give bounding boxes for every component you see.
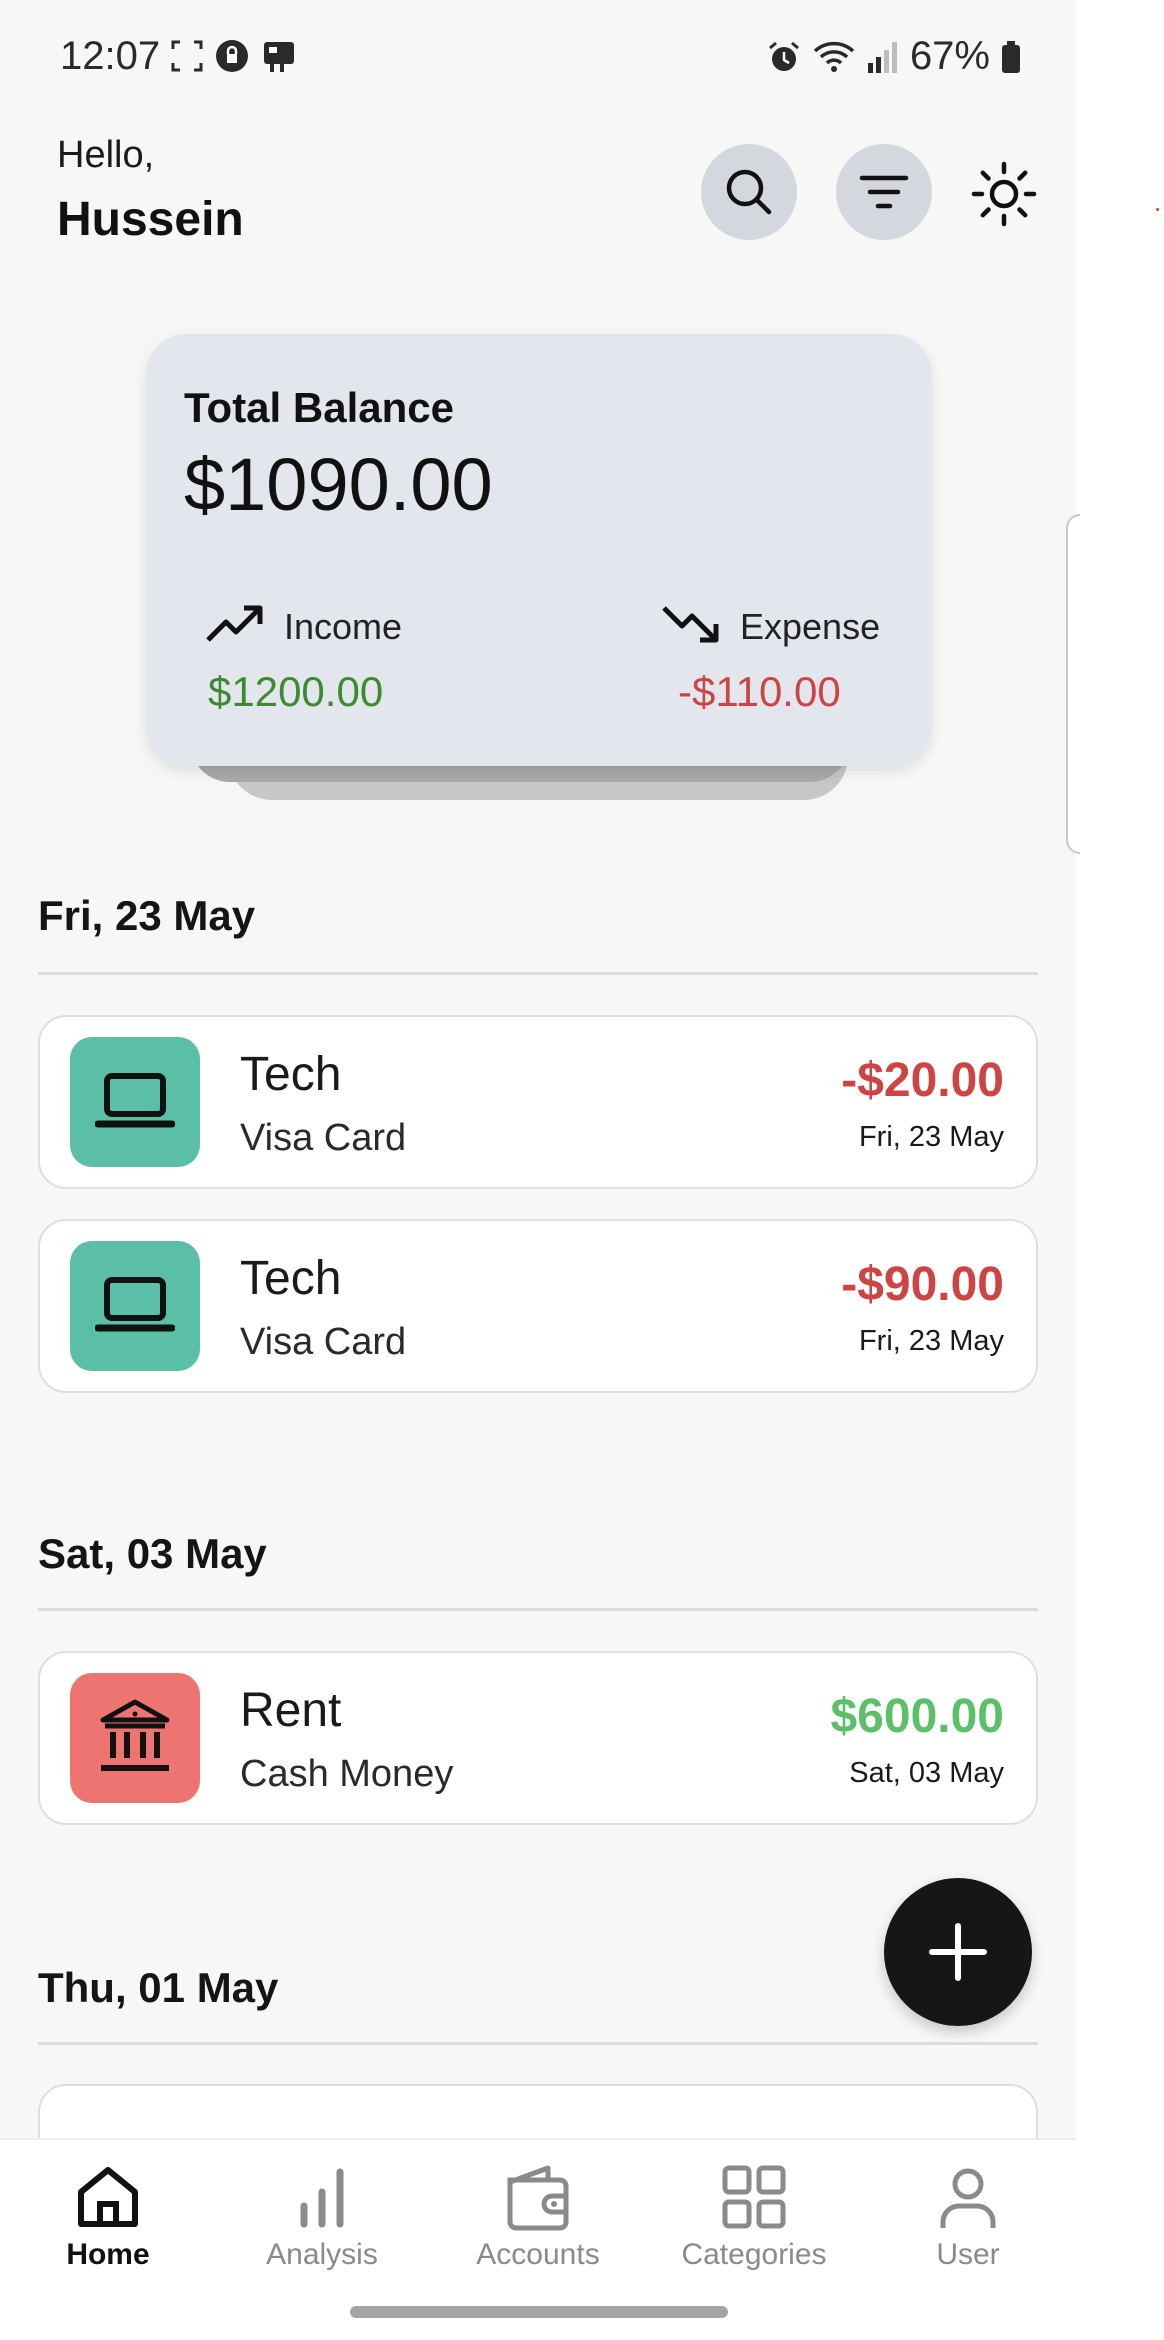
date-header: Fri, 23 May (38, 892, 256, 939)
transaction-account: Cash Money (240, 1753, 454, 1795)
status-right-icons: 67% (766, 34, 1022, 79)
signal-icon (867, 41, 897, 73)
transaction-title: Tech (240, 1048, 342, 1101)
indicator-dot (1156, 208, 1159, 211)
status-bar: 12:07 67% (0, 30, 1076, 82)
date-header: Sat, 03 May (38, 1530, 267, 1577)
battery-percent: 67% (909, 34, 990, 78)
transaction-card[interactable]: Tech Visa Card -$20.00 Fri, 23 May (38, 1015, 1038, 1189)
bank-icon (100, 1699, 170, 1771)
nav-home[interactable]: Home (8, 2162, 208, 2282)
transaction-title: Rent (240, 1684, 342, 1737)
transaction-amount: -$90.00 (841, 1258, 1004, 1311)
category-icon-tile (70, 1037, 200, 1167)
filter-icon (859, 175, 909, 209)
user-icon (940, 2168, 996, 2228)
section-divider (38, 972, 1038, 975)
income-label: Income (284, 606, 403, 647)
nav-analysis[interactable]: Analysis (222, 2162, 422, 2282)
wallet-icon (507, 2165, 569, 2231)
nav-home-label: Home (66, 2238, 150, 2271)
transaction-account: Visa Card (240, 1321, 407, 1363)
theme-toggle-button[interactable] (964, 154, 1044, 234)
alarm-icon (768, 41, 799, 71)
bar-chart-icon (300, 2168, 344, 2228)
nav-accounts-label: Accounts (476, 2238, 600, 2271)
transaction-amount: -$20.00 (841, 1054, 1004, 1107)
nav-user[interactable]: User (868, 2162, 1068, 2282)
status-left-icons (170, 38, 298, 74)
transaction-title: Tech (240, 1252, 342, 1305)
app-screen: 12:07 67% Hello, Hussein Total Balance $… (0, 0, 1076, 2340)
search-icon (726, 169, 772, 215)
nav-categories-label: Categories (681, 2238, 827, 2271)
expense-amount: -$110.00 (678, 668, 841, 715)
edge-panel-handle[interactable] (1066, 514, 1080, 854)
screenshot-icon (171, 40, 203, 72)
total-balance-amount: $1090.00 (184, 443, 493, 526)
vpn-shield-icon (216, 40, 248, 72)
transaction-account: Visa Card (240, 1117, 407, 1159)
date-header: Thu, 01 May (38, 1964, 279, 2011)
transaction-date: Sat, 03 May (849, 1757, 1004, 1789)
section-divider (38, 2042, 1038, 2045)
category-icon-tile (70, 1673, 200, 1803)
category-icon-tile (70, 1241, 200, 1371)
sun-icon (971, 161, 1037, 227)
balance-card[interactable]: Total Balance $1090.00 Income $1200.00 E… (146, 334, 932, 766)
status-time: 12:07 (60, 34, 161, 78)
laptop-icon (95, 1073, 175, 1128)
section-divider (38, 1608, 1038, 1611)
plus-icon (929, 1923, 987, 1981)
username: Hussein (57, 193, 244, 246)
home-indicator[interactable] (350, 2306, 728, 2318)
grid-icon (722, 2165, 786, 2229)
transaction-card[interactable]: Rent Cash Money $600.00 Sat, 03 May (38, 1651, 1038, 1825)
trending-up-icon (206, 605, 263, 642)
battery-icon (1002, 40, 1020, 73)
transaction-card[interactable]: Tech Visa Card -$90.00 Fri, 23 May (38, 1219, 1038, 1393)
laptop-icon (95, 1277, 175, 1332)
transaction-date: Fri, 23 May (858, 1121, 1004, 1153)
search-button[interactable] (701, 144, 797, 240)
nav-user-label: User (936, 2238, 1000, 2271)
nav-categories[interactable]: Categories (654, 2162, 854, 2282)
side-panel-background (1076, 0, 1164, 2340)
nav-analysis-label: Analysis (266, 2238, 378, 2271)
card-app-icon (264, 42, 294, 72)
transaction-amount: $600.00 (830, 1690, 1004, 1743)
expense-label: Expense (740, 606, 881, 647)
transaction-date: Fri, 23 May (858, 1325, 1004, 1357)
trending-down-icon (662, 606, 719, 643)
income-amount: $1200.00 (208, 668, 384, 715)
total-balance-label: Total Balance (184, 384, 454, 431)
add-transaction-button[interactable] (884, 1878, 1032, 2026)
wifi-icon (813, 41, 855, 72)
nav-accounts[interactable]: Accounts (438, 2162, 638, 2282)
greeting-text: Hello, (57, 134, 155, 176)
home-icon (78, 2167, 138, 2227)
filter-button[interactable] (836, 144, 932, 240)
